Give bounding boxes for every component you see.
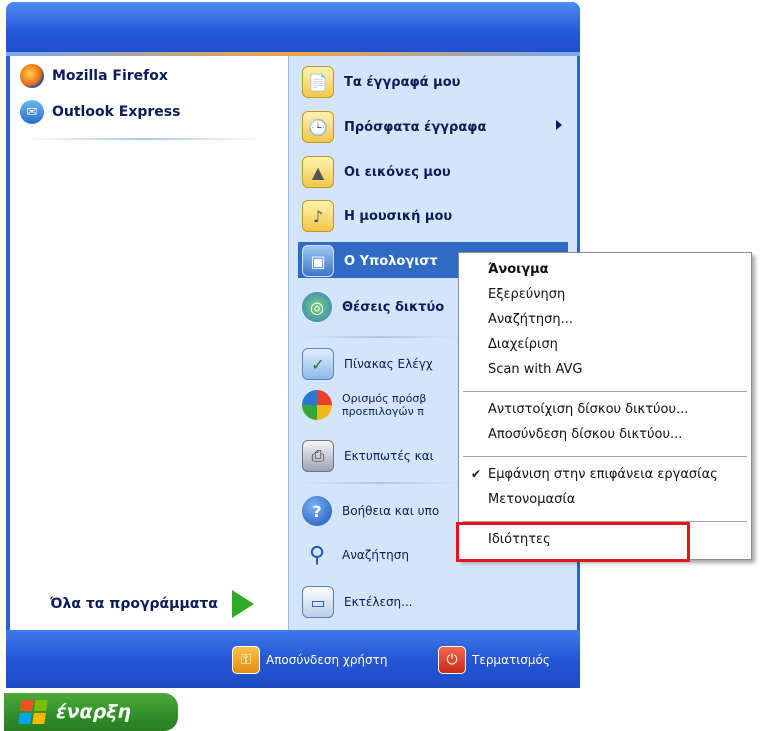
context-menu: Άνοιγμα Εξερεύνηση Αναζήτηση... Διαχείρι… <box>458 252 752 560</box>
right-item-program-access[interactable]: Ορισμός πρόσβ προεπιλογών π <box>302 390 426 420</box>
logoff-key-icon: ⚿ <box>232 646 260 674</box>
right-item-search[interactable]: ⚲ Αναζήτηση <box>302 540 409 570</box>
context-item-search[interactable]: Αναζήτηση... <box>488 312 573 327</box>
shutdown-button[interactable]: ⏻ Τερματισμός <box>438 646 550 674</box>
start-button-label: έναρξη <box>56 701 131 723</box>
right-item-label: Εκτέλεση... <box>344 595 413 609</box>
tools-separator <box>300 482 460 484</box>
program-access-icon <box>302 390 332 420</box>
program-access-label: Ορισμός πρόσβ προεπιλογών π <box>342 392 426 418</box>
right-item-label: Οι εικόνες μου <box>344 164 451 180</box>
my-pictures-icon: ▲ <box>302 156 334 188</box>
pinned-item-label: Outlook Express <box>52 104 181 120</box>
places-separator <box>300 336 460 338</box>
right-item-label: Θέσεις δικτύο <box>342 299 445 315</box>
run-icon: ▭ <box>302 586 334 618</box>
context-item-scan-avg[interactable]: Scan with AVG <box>488 362 582 377</box>
logoff-button[interactable]: ⚿ Αποσύνδεση χρήστη <box>232 646 387 674</box>
right-item-label: Πίνακας Ελέγχ <box>344 357 433 371</box>
start-menu-header <box>6 2 580 54</box>
right-item-label: Βοήθεια και υπο <box>342 504 440 518</box>
logoff-label: Αποσύνδεση χρήστη <box>266 653 388 667</box>
program-access-label-line1: Ορισμός πρόσβ <box>342 392 427 405</box>
start-button[interactable]: έναρξη <box>4 693 178 731</box>
my-music-icon: ♪ <box>302 200 334 232</box>
context-item-rename[interactable]: Μετονομασία <box>488 492 575 507</box>
program-access-label-line2: προεπιλογών π <box>342 405 424 418</box>
green-arrow-icon <box>231 590 254 618</box>
power-icon: ⏻ <box>438 646 466 674</box>
pinned-item-firefox[interactable]: Mozilla Firefox <box>20 64 168 88</box>
right-item-network-places[interactable]: ◎ Θέσεις δικτύο <box>302 292 444 322</box>
network-places-icon: ◎ <box>302 292 332 322</box>
context-item-manage[interactable]: Διαχείριση <box>488 337 558 352</box>
right-item-help[interactable]: ? Βοήθεια και υπο <box>302 496 439 526</box>
control-panel-icon: ✓ <box>302 348 334 380</box>
right-item-my-documents[interactable]: 📄 Τα έγγραφά μου <box>302 66 460 98</box>
properties-highlight-box <box>456 522 690 562</box>
right-item-label: Εκτυπωτές και <box>344 449 434 463</box>
my-documents-icon: 📄 <box>302 66 334 98</box>
windows-flag-icon <box>18 700 48 724</box>
outlook-express-icon: ✉ <box>20 100 44 124</box>
right-item-label: Πρόσφατα έγγραφα <box>344 119 487 135</box>
recent-documents-icon: 🕒 <box>302 111 334 143</box>
right-item-my-pictures[interactable]: ▲ Οι εικόνες μου <box>302 156 451 188</box>
all-programs-button[interactable]: Όλα τα προγράμματα <box>50 590 254 618</box>
pinned-item-label: Mozilla Firefox <box>52 68 168 84</box>
right-item-my-music[interactable]: ♪ Η μουσική μου <box>302 200 452 232</box>
search-icon: ⚲ <box>308 542 326 568</box>
help-icon: ? <box>302 496 332 526</box>
my-computer-icon: ▣ <box>302 245 334 277</box>
context-item-open[interactable]: Άνοιγμα <box>488 262 549 277</box>
printers-icon: ⎙ <box>302 440 334 472</box>
context-item-show-on-desktop[interactable]: Εμφάνιση στην επιφάνεια εργασίας <box>488 467 718 482</box>
right-item-label: Αναζήτηση <box>342 548 409 562</box>
right-item-label: Η μουσική μου <box>344 208 453 224</box>
pinned-separator <box>24 138 264 140</box>
right-item-my-computer[interactable]: ▣ Ο Υπολογιστ <box>302 245 438 277</box>
right-item-label: Ο Υπολογιστ <box>344 253 438 269</box>
shutdown-label: Τερματισμός <box>472 653 550 667</box>
context-item-disconnect-network-drive[interactable]: Αποσύνδεση δίσκου δικτύου... <box>488 427 682 442</box>
pinned-item-outlook-express[interactable]: ✉ Outlook Express <box>20 100 180 124</box>
right-item-control-panel[interactable]: ✓ Πίνακας Ελέγχ <box>302 348 433 380</box>
firefox-icon <box>20 64 44 88</box>
all-programs-label: Όλα τα προγράμματα <box>50 596 218 612</box>
context-item-map-network-drive[interactable]: Αντιστοίχιση δίσκου δικτύου... <box>488 402 688 417</box>
context-item-explore[interactable]: Εξερεύνηση <box>488 287 565 302</box>
right-item-label: Τα έγγραφά μου <box>344 74 461 90</box>
right-item-run[interactable]: ▭ Εκτέλεση... <box>302 586 413 618</box>
context-separator <box>463 456 747 457</box>
right-item-recent-documents[interactable]: 🕒 Πρόσφατα έγγραφα <box>302 111 486 143</box>
submenu-arrow-icon <box>556 120 562 130</box>
right-item-printers[interactable]: ⎙ Εκτυπωτές και <box>302 440 434 472</box>
checkmark-icon: ✔ <box>471 467 482 481</box>
pinned-programs-pane <box>10 56 288 630</box>
context-separator <box>463 391 747 392</box>
